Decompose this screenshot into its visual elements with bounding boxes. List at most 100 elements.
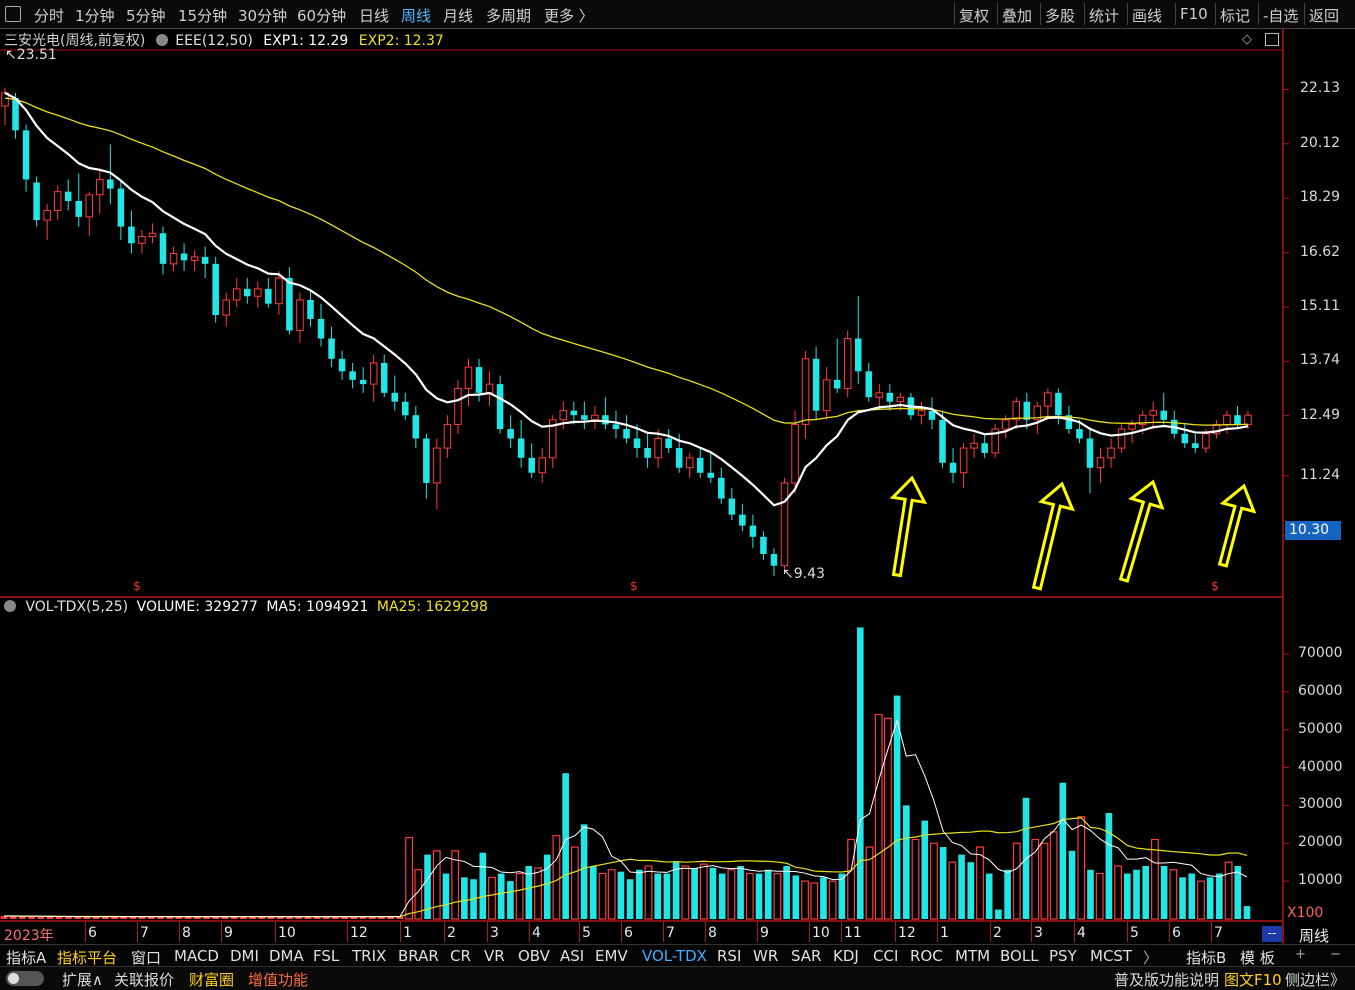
- volume-bar: [745, 872, 754, 920]
- volume-bar: [598, 872, 607, 920]
- time-axis-label: 3: [1034, 925, 1043, 941]
- candle: [117, 179, 125, 240]
- indicator-tab-19[interactable]: CCI: [873, 947, 898, 965]
- signal-marker: $: [630, 579, 638, 593]
- indicator-tab-16[interactable]: WR: [753, 947, 778, 965]
- period-label[interactable]: 周线: [1299, 925, 1329, 946]
- sidebar-link[interactable]: 侧边栏》: [1285, 969, 1345, 990]
- indicator-b-tab[interactable]: 指标B: [1186, 947, 1226, 968]
- candle: [665, 429, 672, 453]
- candle: [454, 379, 462, 434]
- volume-bar: [1169, 869, 1178, 920]
- volume-bar: [1040, 842, 1049, 920]
- candle: [22, 124, 30, 192]
- volume-bar: [552, 835, 561, 920]
- indicator-tab-13[interactable]: EMV: [595, 947, 628, 965]
- minus-icon[interactable]: −: [1330, 947, 1341, 962]
- volume-bar: [589, 865, 597, 919]
- candle: [928, 397, 936, 430]
- candle: [275, 270, 283, 316]
- indicator-tab-1[interactable]: 指标平台: [57, 947, 117, 968]
- status-item-2[interactable]: 财富圈: [189, 969, 234, 990]
- yellow-arrow-annotation: [1118, 479, 1165, 583]
- indicator-tab-12[interactable]: ASI: [560, 947, 584, 965]
- candle: [822, 367, 831, 420]
- volume-bar: [976, 846, 984, 920]
- plus-icon[interactable]: +: [1295, 947, 1306, 962]
- candle: [1181, 424, 1189, 449]
- indicator-tab-14[interactable]: VOL-TDX: [642, 947, 707, 965]
- axis-scroll-button[interactable]: --: [1262, 926, 1282, 942]
- candlestick-series: [1, 87, 1252, 576]
- volume-bar: [497, 873, 505, 919]
- candle: [485, 371, 494, 407]
- more-indicators-icon[interactable]: 〉: [1143, 947, 1158, 968]
- indicator-tab-15[interactable]: RSI: [717, 947, 741, 965]
- yellow-arrow-annotation: [1031, 481, 1075, 591]
- volume-bar: [1224, 861, 1233, 920]
- f10-link[interactable]: 图文F10: [1224, 969, 1282, 990]
- candle: [338, 350, 346, 380]
- time-axis-label: 4: [532, 925, 541, 941]
- candle: [760, 531, 767, 560]
- indicator-tab-7[interactable]: TRIX: [352, 947, 386, 965]
- volume-bar: [727, 869, 736, 920]
- candle: [169, 246, 178, 271]
- candle: [53, 185, 62, 221]
- volume-bar: [1068, 850, 1076, 919]
- candle: [1086, 429, 1094, 494]
- indicator-tab-4[interactable]: DMI: [230, 947, 259, 965]
- time-axis-label: 12: [350, 925, 368, 941]
- indicator-tab-23[interactable]: PSY: [1049, 947, 1077, 965]
- indicator-tab-8[interactable]: BRAR: [398, 947, 439, 965]
- volume-bar: [930, 842, 938, 920]
- candle: [917, 401, 926, 425]
- status-item-1[interactable]: 关联报价: [114, 969, 174, 990]
- time-axis-label: 10: [278, 925, 296, 941]
- indicator-tab-3[interactable]: MACD: [174, 947, 219, 965]
- time-axis-label: 9: [224, 925, 233, 941]
- time-axis-label: 8: [182, 925, 191, 941]
- indicator-tab-10[interactable]: VR: [484, 947, 505, 965]
- volume-bar: [838, 873, 846, 919]
- indicator-tab-0[interactable]: 指标A: [6, 947, 46, 968]
- yellow-arrow-annotation: [889, 475, 928, 578]
- candle: [1234, 406, 1241, 430]
- volume-bar: [699, 863, 708, 920]
- candle: [517, 419, 525, 468]
- indicator-tab-6[interactable]: FSL: [313, 947, 339, 965]
- indicator-tab-2[interactable]: 窗口: [131, 947, 161, 968]
- candle: [507, 415, 514, 449]
- indicator-tab-21[interactable]: MTM: [955, 947, 990, 965]
- candle: [875, 384, 884, 407]
- volume-bar: [626, 879, 634, 919]
- candle: [212, 256, 219, 323]
- indicator-tab-24[interactable]: MCST: [1090, 947, 1132, 965]
- candle: [739, 503, 746, 532]
- candle: [317, 303, 325, 347]
- feature-help-link[interactable]: 普及版功能说明: [1114, 969, 1219, 990]
- time-axis-label: 9: [760, 925, 769, 941]
- price-axis-label: 15.11: [1300, 298, 1341, 315]
- status-item-3[interactable]: 增值功能: [248, 969, 308, 990]
- indicator-tab-17[interactable]: SAR: [791, 947, 821, 965]
- volume-bar: [874, 713, 883, 920]
- indicator-tab-5[interactable]: DMA: [269, 947, 304, 965]
- indicator-tab-20[interactable]: ROC: [910, 947, 943, 965]
- candle: [991, 424, 999, 458]
- time-axis-label: 2: [447, 925, 456, 941]
- indicator-tab-22[interactable]: BOLL: [1000, 947, 1039, 965]
- low-marker: ↖9.43: [782, 566, 825, 582]
- indicator-tab-9[interactable]: CR: [450, 947, 471, 965]
- candle: [496, 375, 504, 434]
- candle: [180, 243, 188, 271]
- kline-chart[interactable]: $ $ $: [0, 0, 1355, 989]
- status-item-0[interactable]: 扩展∧: [62, 969, 103, 990]
- indicator-tab-18[interactable]: KDJ: [833, 947, 859, 965]
- indicator-tab-11[interactable]: OBV: [518, 947, 550, 965]
- toggle-switch[interactable]: [6, 971, 44, 986]
- candle: [138, 229, 146, 254]
- candle: [1096, 448, 1105, 483]
- candle: [1170, 410, 1178, 439]
- template-tab[interactable]: 模 板: [1240, 947, 1275, 968]
